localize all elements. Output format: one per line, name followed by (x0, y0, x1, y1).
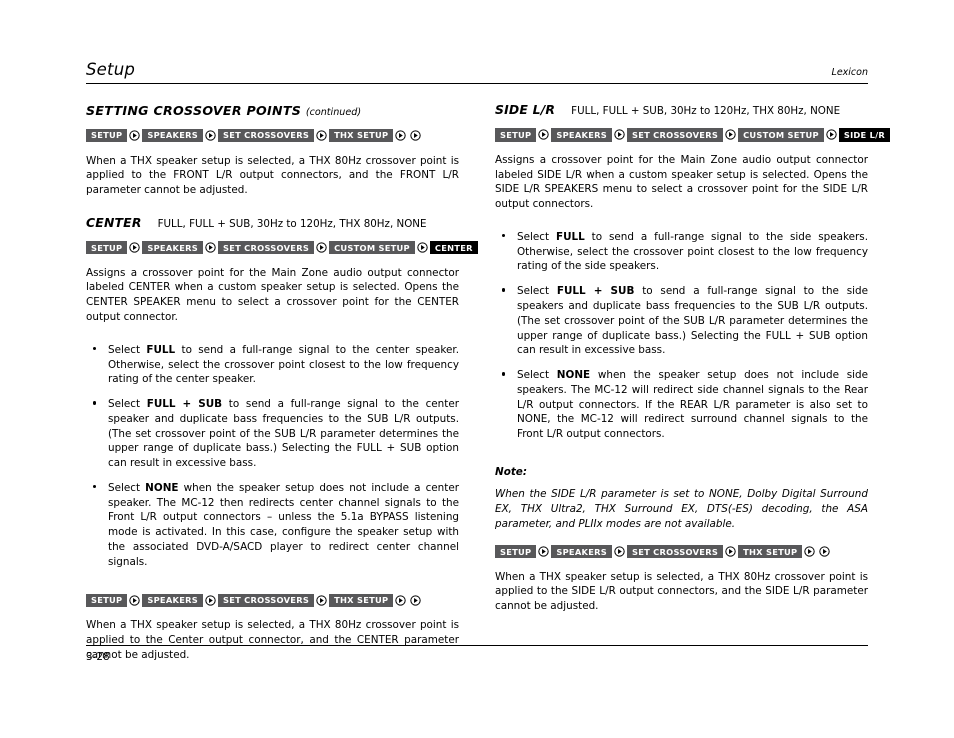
circle-right-arrow-icon (536, 545, 551, 559)
note-body: When the SIDE L/R parameter is set to NO… (495, 488, 868, 530)
breadcrumb-badge[interactable]: SETUP (86, 593, 128, 608)
page-header: Setup Lexicon (86, 60, 868, 84)
circle-right-arrow-icon (203, 129, 218, 143)
bullet-dot-icon (502, 288, 506, 292)
right-column: SIDE L/R FULL, FULL + SUB, 30Hz to 120Hz… (495, 102, 891, 663)
option-name: NONE (556, 369, 591, 382)
list-item: Select FULL to send a full-range signal … (86, 343, 459, 387)
breadcrumb-badge[interactable]: SPEAKERS (142, 593, 203, 608)
list-item: Select NONE when the speaker setup does … (495, 368, 868, 442)
section-heading-continued: (continued) (305, 107, 362, 118)
circle-right-arrow-icon (393, 593, 408, 607)
page-number: 3-28 (86, 651, 110, 663)
breadcrumb-badge[interactable]: SIDE L/R (838, 128, 891, 142)
left-column: SETTING CROSSOVER POINTS (continued) SET… (86, 103, 478, 663)
parameter-values: FULL, FULL + SUB, 30Hz to 120Hz, THX 80H… (571, 105, 841, 117)
section-heading: SETTING CROSSOVER POINTS (continued) (86, 103, 459, 119)
breadcrumb-badge[interactable]: SPEAKERS (551, 545, 612, 559)
circle-right-arrow-icon (723, 128, 738, 142)
option-name: FULL + SUB (146, 398, 223, 411)
circle-right-arrow-icon (817, 545, 832, 559)
bullet-dot-icon (502, 234, 506, 238)
circle-right-arrow-icon (408, 129, 423, 143)
circle-right-arrow-icon (314, 593, 329, 607)
option-name: FULL (146, 343, 176, 356)
circle-right-arrow-icon (127, 129, 142, 143)
breadcrumb-badge[interactable]: SET CROSSOVERS (217, 128, 315, 143)
breadcrumb-badge[interactable]: CENTER (429, 241, 478, 255)
note-label: Note: (495, 465, 528, 478)
breadcrumb-badge[interactable]: THX SETUP (738, 545, 803, 559)
bullet-dot-icon (502, 372, 506, 376)
breadcrumb-thx-setup-center: SETUP SPEAKERS SET CROSSOVERS THX SETUP (86, 593, 459, 608)
side-bullet-list: Select FULL to send a full-range signal … (495, 230, 868, 442)
breadcrumb-badge[interactable]: SPEAKERS (551, 128, 612, 142)
breadcrumb-badge[interactable]: THX SETUP (329, 128, 394, 143)
parameter-name: SIDE L/R (495, 102, 556, 117)
breadcrumb-thx-setup-front: SETUP SPEAKERS SET CROSSOVERS THX SETUP (86, 128, 459, 143)
circle-right-arrow-icon (536, 128, 551, 142)
section-heading-text: SETTING CROSSOVER POINTS (86, 103, 302, 118)
breadcrumb-thx-setup-side: SETUP SPEAKERS SET CROSSOVERS THX SETUP (495, 545, 868, 559)
circle-right-arrow-icon (314, 241, 329, 255)
breadcrumb-badge[interactable]: SPEAKERS (142, 128, 203, 143)
center-description: Assigns a crossover point for the Main Z… (86, 266, 459, 323)
breadcrumb-badge[interactable]: SET CROSSOVERS (626, 128, 724, 142)
circle-right-arrow-icon (824, 128, 839, 142)
breadcrumb-badge[interactable]: SET CROSSOVERS (626, 545, 724, 559)
breadcrumb-badge[interactable]: SET CROSSOVERS (217, 593, 315, 608)
circle-right-arrow-icon (127, 241, 142, 255)
breadcrumb-badge[interactable]: SETUP (86, 128, 128, 143)
option-name: FULL (555, 230, 585, 243)
bullet-dot-icon (93, 346, 97, 351)
bullet-dot-icon (93, 485, 97, 489)
intro-paragraph: When a THX speaker setup is selected, a … (86, 154, 459, 197)
side-description: Assigns a crossover point for the Main Z… (495, 153, 868, 211)
center-bullet-list: Select FULL to send a full-range signal … (86, 343, 459, 570)
list-item: Select NONE when the speaker setup does … (86, 481, 459, 570)
brand-label: Lexicon (831, 67, 868, 78)
list-item: Select FULL + SUB to send a full-range s… (86, 397, 459, 471)
option-name: FULL + SUB (556, 285, 635, 298)
breadcrumb-badge[interactable]: SETUP (86, 241, 128, 255)
circle-right-arrow-icon (203, 593, 218, 607)
breadcrumb-badge[interactable]: CUSTOM SETUP (738, 128, 824, 142)
parameter-name: CENTER (86, 214, 142, 230)
circle-right-arrow-icon (612, 545, 627, 559)
option-name: NONE (145, 481, 179, 494)
list-item: Select FULL to send a full-range signal … (495, 230, 868, 274)
content-columns: SETTING CROSSOVER POINTS (continued) SET… (86, 102, 891, 663)
parameter-heading-side: SIDE L/R FULL, FULL + SUB, 30Hz to 120Hz… (495, 102, 868, 118)
circle-right-arrow-icon (314, 129, 329, 143)
circle-right-arrow-icon (723, 545, 738, 559)
circle-right-arrow-icon (415, 241, 430, 255)
breadcrumb-badge[interactable]: SPEAKERS (142, 241, 203, 255)
circle-right-arrow-icon (408, 593, 423, 607)
page-footer: 3-28 (86, 645, 868, 663)
breadcrumb-badge[interactable]: CUSTOM SETUP (329, 241, 415, 255)
side-closing-paragraph: When a THX speaker setup is selected, a … (495, 570, 868, 613)
list-item: Select FULL + SUB to send a full-range s… (495, 284, 868, 358)
breadcrumb-badge[interactable]: THX SETUP (329, 593, 394, 608)
circle-right-arrow-icon (612, 128, 627, 142)
bullet-dot-icon (93, 401, 97, 405)
breadcrumb-custom-setup-side: SETUP SPEAKERS SET CROSSOVERS CUSTOM SETUP S… (495, 128, 891, 142)
circle-right-arrow-icon (203, 241, 218, 255)
circle-right-arrow-icon (127, 593, 142, 607)
circle-right-arrow-icon (393, 129, 408, 143)
breadcrumb-badge[interactable]: SET CROSSOVERS (217, 241, 315, 255)
circle-right-arrow-icon (802, 545, 817, 559)
page-title: Setup (86, 60, 136, 79)
parameter-heading-center: CENTER FULL, FULL + SUB, 30Hz to 120Hz, … (86, 214, 459, 231)
breadcrumb-badge[interactable]: SETUP (495, 545, 537, 559)
document-page: Setup Lexicon SETTING CROSSOVER POINTS (… (0, 0, 954, 738)
breadcrumb-custom-setup-center: SETUP SPEAKERS SET CROSSOVERS CUSTOM SETUP C… (86, 241, 478, 255)
breadcrumb-badge[interactable]: SETUP (495, 128, 537, 142)
parameter-values: FULL, FULL + SUB, 30Hz to 120Hz, THX 80H… (157, 217, 427, 230)
